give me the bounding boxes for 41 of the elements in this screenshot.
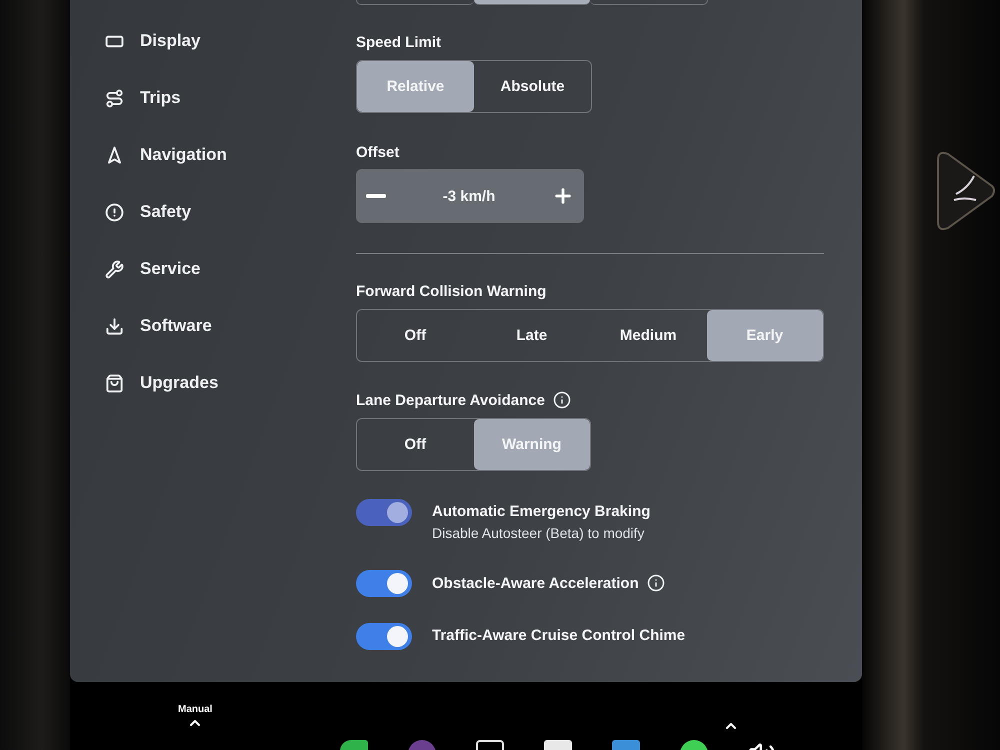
toggle-hint: Disable Autosteer (Beta) to modify (432, 525, 646, 541)
toggle-switch[interactable] (356, 570, 412, 597)
segment-option[interactable] (474, 0, 590, 5)
toggle-label: Automatic Emergency Braking (432, 503, 650, 520)
offset-value: -3 km/h (442, 188, 496, 204)
sidebar-item-icon (105, 316, 124, 336)
minus-icon (366, 194, 386, 198)
segment-option[interactable]: Off (357, 310, 474, 361)
sidebar-item-label: Upgrades (140, 373, 218, 393)
info-icon[interactable] (646, 574, 665, 592)
sidebar-item-icon (105, 260, 124, 278)
info-icon[interactable] (552, 391, 571, 409)
toggle-label: Obstacle-Aware Acceleration (432, 574, 639, 592)
sidebar-item-label: Display (140, 31, 200, 51)
section-label: Lane Departure Avoidance (356, 392, 545, 408)
sidebar-item-label: Software (140, 316, 212, 336)
sidebar-item[interactable]: Display (105, 28, 356, 54)
sidebar-item-icon (105, 88, 124, 108)
segment-option[interactable]: Absolute (474, 61, 591, 112)
sidebar-item-label: Safety (140, 202, 192, 222)
sidebar-item[interactable]: Service (105, 256, 356, 282)
drive-mode-label: Manual (178, 704, 212, 715)
sidebar-item-label: Service (140, 259, 200, 279)
toggle-switch[interactable] (356, 623, 412, 650)
sidebar-item-label: Navigation (140, 145, 227, 165)
section-label: Speed Limit (356, 34, 442, 50)
section-label: Forward Collision Warning (356, 282, 546, 300)
sidebar-item-icon (105, 374, 124, 392)
segment-option[interactable]: Medium (590, 310, 706, 361)
sidebar-item-icon (105, 146, 124, 164)
segment-option[interactable]: Late (474, 310, 590, 361)
sidebar-item[interactable]: Trips (105, 85, 356, 111)
sidebar-item[interactable]: Safety (105, 199, 356, 225)
sidebar-item[interactable]: Upgrades (105, 370, 356, 396)
sidebar-item[interactable]: Software (105, 313, 356, 339)
sidebar-item-icon (105, 202, 124, 222)
segment-option[interactable]: Off (357, 419, 474, 470)
section-label: Offset (356, 144, 400, 160)
toggle-label: Traffic-Aware Cruise Control Chime (432, 627, 686, 644)
sidebar-item[interactable]: Navigation (105, 142, 356, 168)
sidebar-item-label: Trips (140, 88, 181, 108)
